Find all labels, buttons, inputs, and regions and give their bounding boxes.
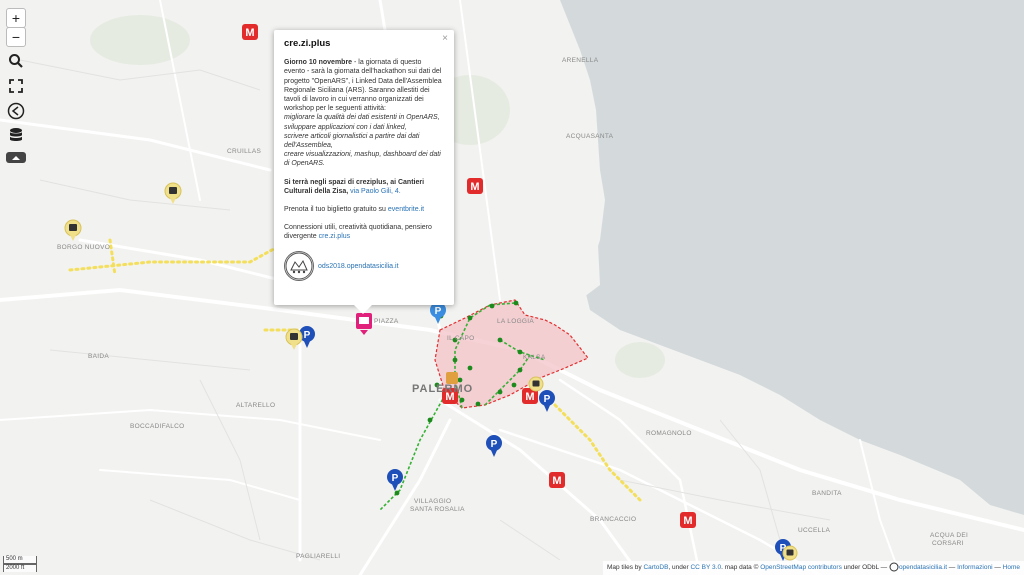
place-label: KALSA	[523, 354, 546, 361]
attribution-text: , under	[668, 564, 691, 571]
popup-list-item: sviluppare applicazioni con i dati linke…	[284, 123, 407, 131]
popup-address-link[interactable]: via Paolo Gili, 4.	[350, 188, 401, 195]
popup-paragraph: Giorno 10 novembre - la giornata di ques…	[284, 58, 444, 168]
place-label: UCCELLA	[798, 527, 831, 534]
svg-text:M: M	[525, 391, 534, 403]
place-label: BOCCADIFALCO	[130, 423, 185, 430]
attribution-text: —	[992, 564, 1003, 571]
svg-text:P: P	[544, 394, 551, 405]
place-label: BORGO NUOVO	[57, 244, 111, 251]
fullscreen-icon	[9, 79, 23, 93]
share-icon	[7, 102, 25, 120]
locate-button[interactable]	[6, 101, 26, 121]
attribution-text: . map data ©	[721, 564, 761, 571]
place-label: PIAZZA	[374, 318, 399, 325]
svg-text:P: P	[304, 330, 311, 341]
svg-text:M: M	[683, 515, 692, 527]
svg-text:P: P	[435, 306, 442, 317]
zoom-in-button[interactable]: +	[6, 8, 26, 28]
popup-date: Giorno 10 novembre	[284, 59, 353, 67]
eventbrite-link[interactable]: eventbrite.it	[388, 206, 424, 213]
metro-marker[interactable]: M	[467, 178, 483, 194]
creziplus-link[interactable]: cre.zi.plus	[319, 233, 351, 240]
place-label: BAIDA	[88, 353, 110, 360]
popup-close-button[interactable]: ×	[442, 33, 448, 43]
place-label: CORSARI	[932, 540, 964, 547]
metro-marker[interactable]: M	[549, 472, 565, 488]
opendatasicilia-link[interactable]: opendatasicilia.it	[899, 564, 947, 571]
attribution-text: Map tiles by	[606, 564, 644, 571]
svg-text:P: P	[392, 473, 399, 484]
ods-logo-icon	[284, 250, 314, 281]
place-label: VILLAGGIO	[414, 498, 452, 505]
popup-footer: ods2018.opendatasicilia.it	[284, 250, 444, 281]
osm-link[interactable]: OpenStreetMap contributors	[760, 564, 842, 571]
scale-metric: 500 m	[3, 556, 37, 564]
event-popup: × cre.zi.plus Giorno 10 novembre - la gi…	[274, 30, 454, 314]
place-label: CRUILLAS	[227, 148, 262, 155]
svg-text:P: P	[491, 439, 498, 450]
popup-list-item: scrivere articoli giornalistici a partir…	[284, 132, 420, 150]
place-label: BANDITA	[812, 490, 842, 497]
map-canvas[interactable]: M M M M M M P P P P P P	[0, 0, 1024, 575]
city-label: PALERMO	[412, 383, 474, 395]
popup-location: Si terrà negli spazi di creziplus, ai Ca…	[284, 178, 444, 196]
place-label: BRANCACCIO	[590, 516, 637, 523]
cartodb-link[interactable]: CartoDB	[643, 564, 668, 571]
zoom-out-button[interactable]: −	[6, 27, 26, 47]
caret-up-icon	[12, 155, 20, 160]
place-label: PAGLIARELLI	[296, 553, 341, 560]
fullscreen-button[interactable]	[6, 76, 26, 96]
layers-button[interactable]	[6, 126, 26, 146]
popup-list-item: creare visualizzazioni, mashup, dashboar…	[284, 151, 441, 168]
popup-ticket: Prenota il tuo biglietto gratuito su eve…	[284, 205, 444, 214]
metro-marker[interactable]: M	[242, 24, 258, 40]
popup-tagline-text: Connessioni utili, creatività quotidiana…	[284, 224, 432, 241]
cc-license-link[interactable]: CC BY 3.0	[690, 564, 721, 571]
scale-imperial: 2000 ft	[3, 564, 37, 572]
info-link[interactable]: Informazioni	[957, 564, 992, 571]
place-label: ACQUA DEI	[930, 532, 969, 539]
collapse-toggle[interactable]	[6, 152, 26, 163]
search-button[interactable]	[6, 51, 26, 71]
home-link[interactable]: Home	[1003, 564, 1020, 571]
popup-tagline: Connessioni utili, creatività quotidiana…	[284, 223, 444, 241]
popup-ticket-text: Prenota il tuo biglietto gratuito su	[284, 206, 388, 214]
popup-list-item: migliorare la qualità dei dati esistenti…	[284, 114, 440, 122]
attribution-bar: Map tiles by CartoDB, under CC BY 3.0. m…	[602, 561, 1024, 575]
attribution-text: —	[947, 564, 958, 571]
bus-marker[interactable]	[782, 545, 798, 561]
attribution-text: under ODbL —	[841, 564, 889, 571]
popup-title: cre.zi.plus	[284, 38, 331, 49]
search-icon	[9, 54, 23, 68]
place-label: ARENELLA	[562, 57, 599, 64]
svg-text:M: M	[470, 181, 479, 193]
place-label: ROMAGNOLO	[646, 430, 692, 437]
place-label: IL CAPO	[447, 335, 475, 342]
place-label: SANTA ROSALIA	[410, 506, 465, 513]
popup-description: - la giornata di questo evento - sarà la…	[284, 59, 442, 113]
place-label: LA LOGGIA	[497, 318, 535, 325]
opendatasicilia-icon	[889, 562, 899, 572]
place-label: ALTARELLO	[236, 402, 276, 409]
metro-marker[interactable]: M	[680, 512, 696, 528]
place-label: ACQUASANTA	[566, 133, 614, 140]
ods-site-link[interactable]: ods2018.opendatasicilia.it	[318, 263, 399, 270]
scale-bar: 500 m 2000 ft	[3, 556, 37, 572]
database-icon	[10, 128, 22, 141]
svg-text:M: M	[552, 475, 561, 487]
svg-text:M: M	[245, 27, 254, 39]
bus-marker[interactable]	[528, 376, 544, 392]
